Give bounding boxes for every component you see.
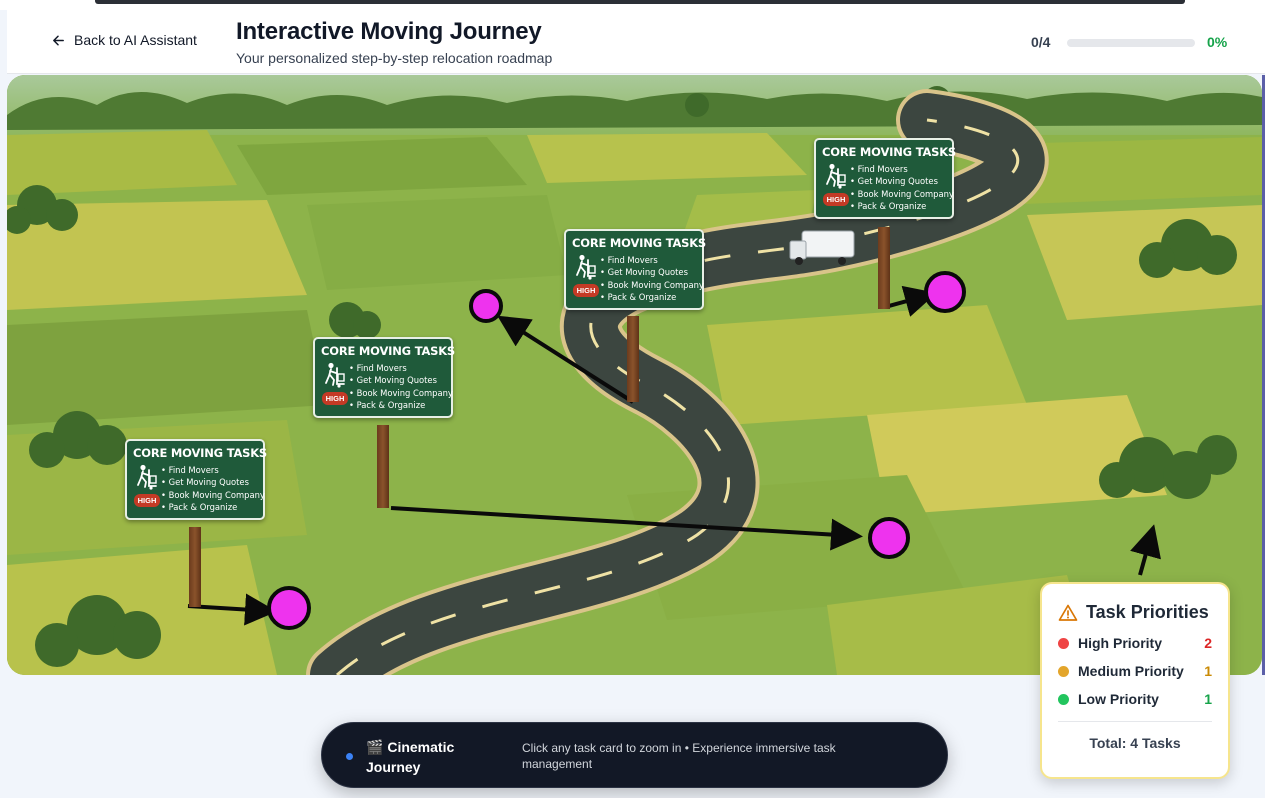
- cinematic-journey-banner: 🎬 Cinematic Journey Click any task card …: [321, 722, 948, 788]
- sign-task-item: Get Moving Quotes: [850, 175, 954, 187]
- priority-dot: [1058, 637, 1069, 649]
- priority-row-medium: Medium Priority 1: [1058, 663, 1212, 679]
- cinematic-description: Click any task card to zoom in • Experie…: [522, 741, 836, 771]
- cinematic-title: 🎬 Cinematic Journey: [366, 737, 486, 777]
- priority-row-low: Low Priority 1: [1058, 691, 1212, 707]
- sign-task-item: Get Moving Quotes: [600, 266, 704, 278]
- sign-task-item: Book Moving Company: [850, 188, 954, 200]
- sign-task-item: Pack & Organize: [349, 399, 453, 411]
- sign-task-item: Find Movers: [349, 362, 453, 374]
- sign-task-list: Find Movers Get Moving Quotes Book Movin…: [600, 254, 704, 304]
- sign-post: [377, 425, 389, 508]
- progress-bar: [1067, 39, 1195, 47]
- mover-dolly-icon: [137, 464, 157, 490]
- high-badge: HIGH: [321, 392, 349, 405]
- sign-task-item: Pack & Organize: [161, 501, 265, 513]
- sign-task-item: Find Movers: [161, 464, 265, 476]
- task-marker[interactable]: [924, 271, 966, 313]
- progress-percent: 0%: [1207, 34, 1228, 50]
- sign-task-item: Pack & Organize: [850, 200, 954, 212]
- task-card-sign[interactable]: CORE MOVING TASKS HIGH Find Movers Get M…: [125, 439, 268, 520]
- sign-task-item: Book Moving Company: [349, 387, 453, 399]
- browser-chrome-bar: [95, 0, 1185, 4]
- progress-count: 0/4: [1031, 34, 1051, 50]
- high-badge: HIGH: [822, 193, 850, 206]
- sign-task-list: Find Movers Get Moving Quotes Book Movin…: [850, 163, 954, 213]
- back-label: Back to AI Assistant: [74, 32, 197, 48]
- priorities-title: Task Priorities: [1086, 602, 1209, 622]
- priority-label: Medium Priority: [1078, 663, 1184, 679]
- sign-title: CORE MOVING TASKS: [822, 145, 957, 159]
- page-subtitle: Your personalized step-by-step relocatio…: [236, 50, 553, 66]
- task-card-sign[interactable]: CORE MOVING TASKS HIGH Find Movers Get M…: [313, 337, 456, 418]
- task-priorities-panel: Task Priorities High Priority 2 Medium P…: [1040, 582, 1230, 779]
- high-badge: HIGH: [572, 284, 600, 297]
- sign-task-item: Get Moving Quotes: [161, 476, 265, 488]
- sign-task-item: Book Moving Company: [161, 489, 265, 501]
- warning-triangle-icon: [1058, 604, 1078, 621]
- sign-task-list: Find Movers Get Moving Quotes Book Movin…: [161, 464, 265, 514]
- task-card-sign[interactable]: CORE MOVING TASKS HIGH Find Movers Get M…: [564, 229, 707, 310]
- priorities-total: Total: 4 Tasks: [1089, 735, 1181, 751]
- sign-task-list: Find Movers Get Moving Quotes Book Movin…: [349, 362, 453, 412]
- priority-label: Low Priority: [1078, 691, 1159, 707]
- divider: [1058, 721, 1212, 722]
- status-dot: [346, 753, 353, 760]
- window-top-strip: [0, 0, 1265, 10]
- priority-count: 1: [1204, 691, 1212, 707]
- priority-row-high: High Priority 2: [1058, 635, 1212, 651]
- sign-post: [189, 527, 201, 607]
- page-title: Interactive Moving Journey: [236, 18, 542, 45]
- sign-post: [627, 316, 639, 402]
- sign-task-item: Pack & Organize: [600, 291, 704, 303]
- sign-title: CORE MOVING TASKS: [572, 236, 707, 250]
- sign-task-item: Book Moving Company: [600, 279, 704, 291]
- mover-dolly-icon: [576, 254, 596, 280]
- page-header: Back to AI Assistant Interactive Moving …: [7, 10, 1265, 74]
- priority-label: High Priority: [1078, 635, 1163, 651]
- priority-dot: [1058, 665, 1069, 677]
- sign-title: CORE MOVING TASKS: [133, 446, 268, 460]
- priority-dot: [1058, 693, 1069, 705]
- task-marker[interactable]: [267, 586, 311, 630]
- arrow-left-icon: [53, 35, 64, 45]
- mover-dolly-icon: [325, 362, 345, 388]
- sign-task-item: Find Movers: [850, 163, 954, 175]
- priority-count: 1: [1204, 663, 1212, 679]
- task-marker[interactable]: [868, 517, 910, 559]
- sign-task-item: Get Moving Quotes: [349, 374, 453, 386]
- task-marker[interactable]: [469, 289, 503, 323]
- sign-post: [878, 227, 890, 309]
- back-to-assistant-button[interactable]: Back to AI Assistant: [51, 32, 197, 48]
- task-card-sign[interactable]: CORE MOVING TASKS HIGH Find Movers Get M…: [814, 138, 957, 219]
- mover-dolly-icon: [826, 163, 846, 189]
- high-badge: HIGH: [133, 494, 161, 507]
- priority-count: 2: [1204, 635, 1212, 651]
- clapper-icon: 🎬: [366, 739, 384, 755]
- sign-title: CORE MOVING TASKS: [321, 344, 456, 358]
- sign-task-item: Find Movers: [600, 254, 704, 266]
